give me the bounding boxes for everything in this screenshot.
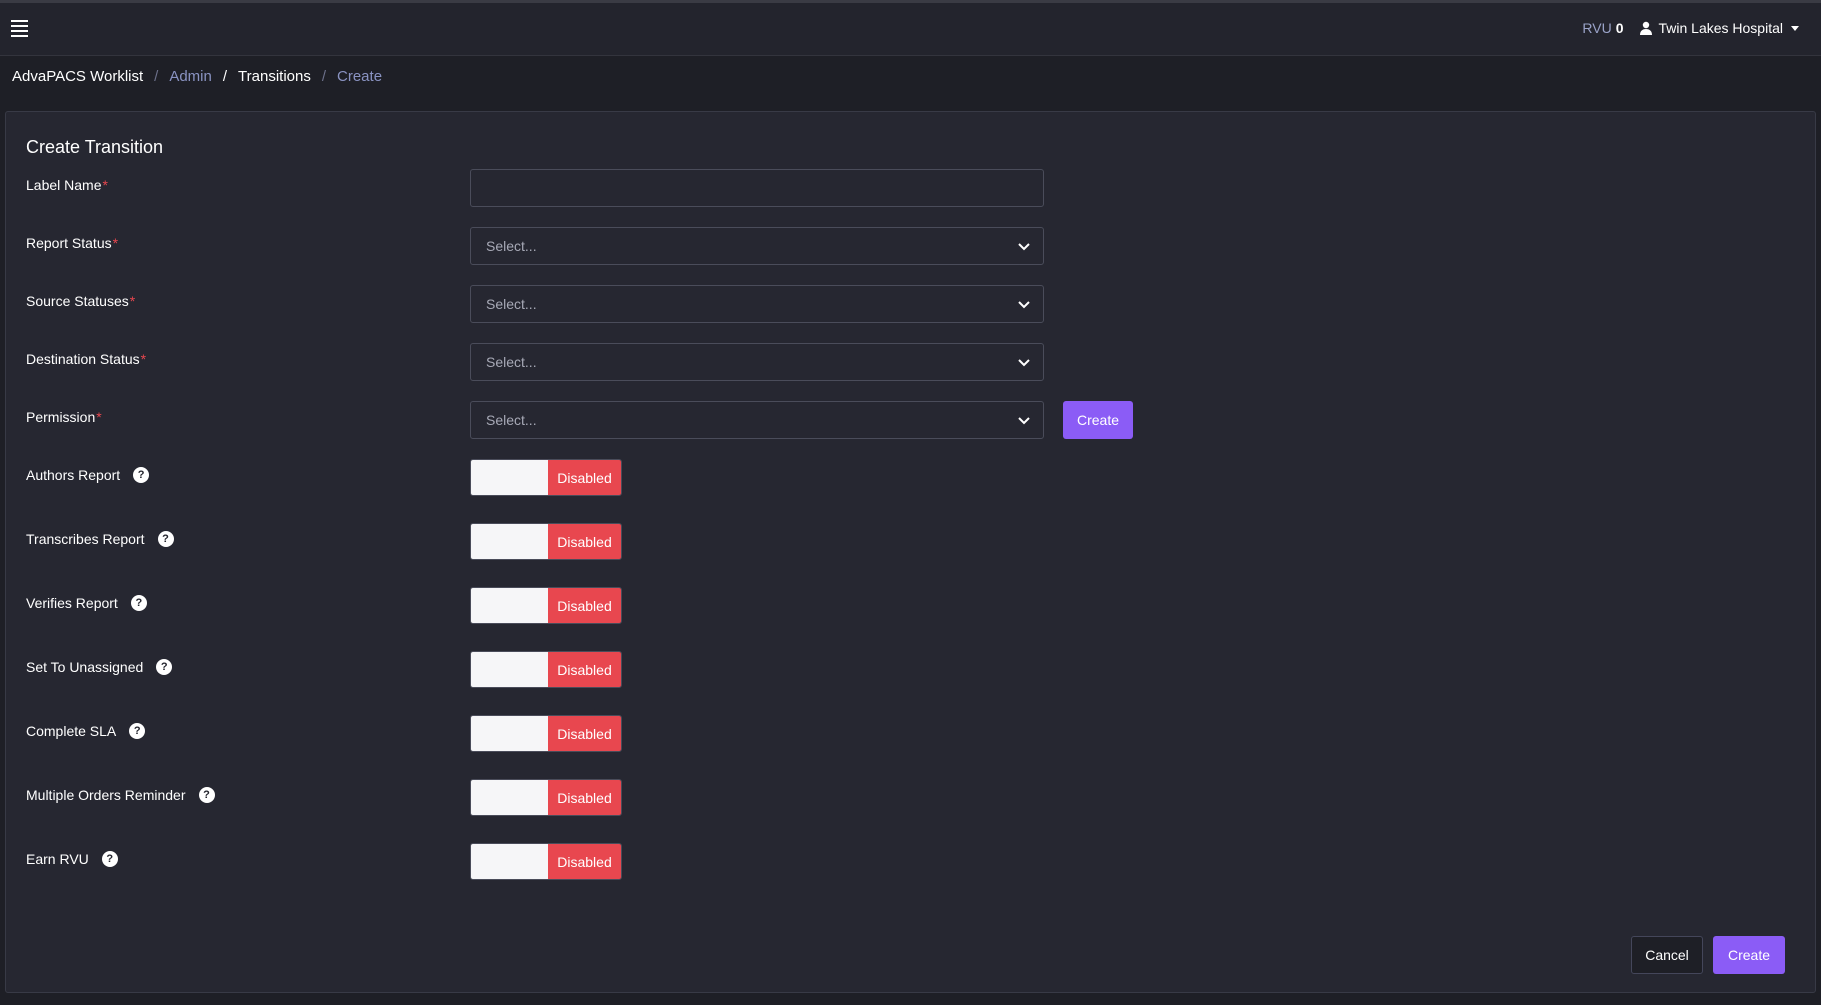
permission-placeholder: Select... (486, 412, 537, 428)
toggle-knob (471, 844, 548, 879)
toggle-state: Disabled (548, 716, 621, 751)
transcribes-report-toggle[interactable]: Disabled (470, 523, 622, 560)
toggle-state: Disabled (548, 780, 621, 815)
breadcrumb-item-transitions[interactable]: Transitions (238, 68, 311, 85)
toggle-state: Disabled (548, 652, 621, 687)
caret-down-icon (1791, 25, 1799, 31)
report-status-text: Report Status (26, 235, 112, 251)
label-name-label: Label Name * (26, 175, 108, 195)
chevron-down-icon (1018, 301, 1030, 309)
permission-text: Permission (26, 409, 96, 425)
toggle-row-label: Transcribes Report ? (26, 529, 174, 549)
toggle-knob (471, 716, 548, 751)
toggle-row-label: Set To Unassigned ? (26, 657, 173, 677)
toggle-knob (471, 524, 548, 559)
source-statuses-select[interactable]: Select... (470, 285, 1044, 323)
destination-status-placeholder: Select... (486, 354, 537, 370)
breadcrumb-item-admin[interactable]: Admin (169, 68, 212, 85)
toggle-knob (471, 460, 548, 495)
toggle-row-label: Authors Report ? (26, 465, 150, 485)
breadcrumb-separator: / (321, 68, 327, 85)
source-statuses-text: Source Statuses (26, 293, 129, 309)
toggle-knob (471, 652, 548, 687)
toggle-row-label: Earn RVU ? (26, 849, 118, 869)
help-icon[interactable]: ? (156, 659, 173, 675)
toggle-row-label: Verifies Report ? (26, 593, 147, 613)
chevron-down-icon (1018, 243, 1030, 251)
rvu-value: 0 (1615, 20, 1624, 36)
permission-label: Permission * (26, 407, 102, 427)
user-name: Twin Lakes Hospital (1658, 20, 1783, 36)
set-to-unassigned-label: Set To Unassigned (26, 659, 144, 675)
help-icon[interactable]: ? (133, 467, 150, 483)
destination-status-select[interactable]: Select... (470, 343, 1044, 381)
page-title: Create Transition (26, 137, 164, 157)
complete-sla-toggle[interactable]: Disabled (470, 715, 622, 752)
permission-select[interactable]: Select... (470, 401, 1044, 439)
destination-status-text: Destination Status (26, 351, 140, 367)
navbar-right: RVU 0 Twin Lakes Hospital (1582, 20, 1799, 36)
earn-rvu-toggle[interactable]: Disabled (470, 843, 622, 880)
verifies-report-label: Verifies Report (26, 595, 118, 611)
breadcrumb-separator: / (222, 68, 228, 85)
user-menu-dropdown[interactable]: Twin Lakes Hospital (1639, 20, 1799, 36)
destination-status-label: Destination Status * (26, 349, 146, 369)
authors-report-label: Authors Report (26, 467, 121, 483)
create-transition-card: Create Transition Label Name * Report Sta… (5, 111, 1816, 993)
required-marker: * (140, 351, 147, 367)
help-icon[interactable]: ? (129, 723, 146, 739)
toggle-state: Disabled (548, 844, 621, 879)
chevron-down-icon (1018, 417, 1030, 425)
top-navbar: RVU 0 Twin Lakes Hospital (0, 3, 1821, 56)
report-status-label: Report Status * (26, 233, 118, 253)
complete-sla-label: Complete SLA (26, 723, 117, 739)
toggle-state: Disabled (548, 524, 621, 559)
report-status-placeholder: Select... (486, 238, 537, 254)
toggle-state: Disabled (548, 460, 621, 495)
toggle-knob (471, 588, 548, 623)
help-icon[interactable]: ? (130, 595, 147, 611)
help-icon[interactable]: ? (157, 531, 174, 547)
chevron-down-icon (1018, 359, 1030, 367)
toggle-row-label: Complete SLA ? (26, 721, 146, 741)
toggle-knob (471, 780, 548, 815)
multiple-orders-reminder-toggle[interactable]: Disabled (470, 779, 622, 816)
create-permission-button[interactable]: Create (1063, 401, 1133, 439)
source-statuses-label: Source Statuses * (26, 291, 135, 311)
help-icon[interactable]: ? (101, 851, 118, 867)
verifies-report-toggle[interactable]: Disabled (470, 587, 622, 624)
breadcrumb-item-create: Create (337, 68, 383, 85)
report-status-select[interactable]: Select... (470, 227, 1044, 265)
cancel-button[interactable]: Cancel (1631, 936, 1703, 974)
breadcrumb-item-worklist[interactable]: AdvaPACS Worklist (12, 68, 143, 85)
user-icon (1640, 21, 1653, 35)
multiple-orders-reminder-label: Multiple Orders Reminder (26, 787, 186, 803)
breadcrumb-separator: / (154, 68, 159, 85)
transcribes-report-label: Transcribes Report (26, 531, 145, 547)
toggle-state: Disabled (548, 588, 621, 623)
earn-rvu-label: Earn RVU (26, 851, 89, 867)
required-marker: * (112, 235, 119, 251)
required-marker: * (102, 177, 108, 193)
required-marker: * (96, 409, 102, 425)
create-submit-button[interactable]: Create (1713, 936, 1785, 974)
hamburger-menu-icon[interactable] (11, 20, 30, 37)
help-icon[interactable]: ? (198, 787, 215, 803)
label-name-input[interactable] (470, 169, 1044, 207)
set-to-unassigned-toggle[interactable]: Disabled (470, 651, 622, 688)
breadcrumb: AdvaPACS Worklist / Admin / Transitions … (12, 68, 382, 85)
required-marker: * (129, 293, 136, 309)
source-statuses-placeholder: Select... (486, 296, 537, 312)
label-name-text: Label Name (26, 177, 102, 193)
toggle-row-label: Multiple Orders Reminder ? (26, 785, 215, 805)
authors-report-toggle[interactable]: Disabled (470, 459, 622, 496)
rvu-label: RVU (1582, 20, 1612, 36)
